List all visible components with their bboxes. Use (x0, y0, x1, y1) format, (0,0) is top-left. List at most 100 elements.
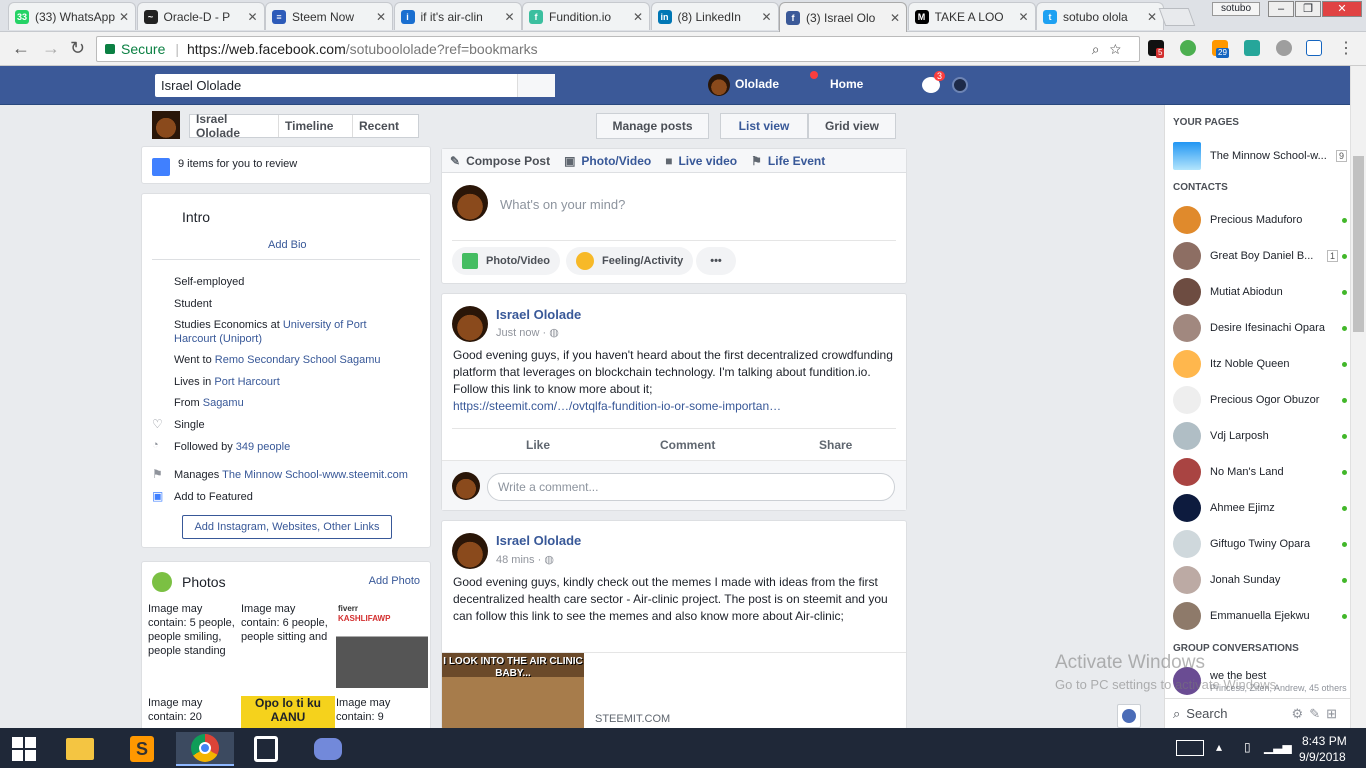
post-time[interactable]: Just now · ◍ (496, 326, 559, 339)
extension-icon-2[interactable]: 29 (1212, 40, 1229, 58)
share-button[interactable]: Share (819, 438, 852, 452)
contact-item[interactable]: Emmanuella Ejekwu (1173, 601, 1347, 631)
app-icon[interactable] (246, 732, 286, 766)
profile-thumbnail[interactable] (152, 111, 180, 139)
clock-time[interactable]: 8:43 PM (1302, 734, 1347, 748)
new-tab-button[interactable] (1158, 8, 1196, 26)
post-link[interactable]: https://steemit.com/…/ovtqlfa-fundition-… (453, 399, 781, 413)
add-bio-link[interactable]: Add Bio (268, 239, 307, 251)
like-button[interactable]: Like (526, 438, 550, 452)
comment-button[interactable]: Comment (660, 438, 715, 452)
close-tab-icon[interactable]: ✕ (247, 10, 257, 24)
browser-tab[interactable]: t sotubo olola ✕ (1036, 2, 1164, 30)
add-featured-link[interactable]: Add to Featured (174, 490, 253, 504)
close-tab-icon[interactable]: ✕ (633, 10, 643, 24)
contact-item[interactable]: No Man's Land (1173, 457, 1347, 487)
facebook-search-input[interactable]: Israel Ololade (155, 74, 555, 97)
browser-tab[interactable]: f (3) Israel Olo ✕ (779, 2, 907, 33)
chrome-icon[interactable] (176, 732, 234, 766)
puzzle-icon[interactable] (1244, 40, 1260, 56)
signal-icon[interactable]: ▁▃▅ (1264, 740, 1292, 754)
contact-item[interactable]: Precious Maduforo (1173, 205, 1347, 235)
maximize-icon[interactable]: ❐ (1295, 1, 1321, 17)
close-tab-icon[interactable]: ✕ (376, 10, 386, 24)
minimize-icon[interactable]: – (1268, 1, 1294, 17)
review-card[interactable]: 9 items for you to review (141, 146, 431, 184)
discord-icon[interactable] (308, 732, 348, 766)
search-icon[interactable] (517, 74, 555, 97)
contact-item[interactable]: Mutiat Abiodun (1173, 277, 1347, 307)
contact-item[interactable]: Ahmee Ejimz (1173, 493, 1347, 523)
pc-icon[interactable] (1306, 40, 1322, 56)
tab-photo-video[interactable]: Photo/Video (581, 154, 651, 168)
page-scrollbar[interactable] (1350, 66, 1366, 728)
headphones-icon[interactable] (1276, 40, 1292, 56)
browser-tab[interactable]: in (8) LinkedIn ✕ (650, 2, 779, 30)
close-tab-icon[interactable]: ✕ (1147, 10, 1157, 24)
contact-item[interactable]: Precious Ogor Obuzor (1173, 385, 1347, 415)
post-author[interactable]: Israel Ololade (496, 307, 581, 322)
profile-name-link[interactable]: Israel Ololade (190, 112, 279, 140)
chat-settings-icons[interactable]: ⚙✎⊞ (1292, 706, 1343, 722)
chat-search-input[interactable]: ⌕ Search ⚙✎⊞ (1165, 698, 1351, 728)
photo-thumb[interactable]: Image may contain: 9 (336, 696, 428, 730)
tab-timeline[interactable]: Timeline (279, 115, 353, 137)
post-time[interactable]: 48 mins · ◍ (496, 553, 554, 566)
browser-tab[interactable]: ≡ Steem Now ✕ (265, 2, 393, 30)
forward-icon[interactable]: → (42, 39, 60, 57)
clock-date[interactable]: 9/9/2018 (1299, 750, 1346, 764)
extension-icon[interactable]: 5 (1148, 40, 1165, 58)
close-tab-icon[interactable]: ✕ (1018, 10, 1028, 24)
photo-video-button[interactable]: Photo/Video (452, 247, 560, 275)
photo-thumb[interactable]: Opo lo ti ku AANU (241, 696, 335, 730)
browser-tab[interactable]: ~ Oracle-D - P ✕ (136, 2, 265, 30)
tab-compose-post[interactable]: Compose Post (466, 154, 550, 168)
home-link[interactable]: Home (830, 77, 863, 91)
evernote-icon[interactable] (1180, 40, 1196, 56)
photo-thumb[interactable]: Image may contain: 6 people, people sitt… (241, 602, 335, 692)
keyboard-icon[interactable] (1176, 740, 1204, 756)
browser-profile[interactable]: sotubo (1212, 2, 1260, 16)
zoom-bookmark-icons[interactable]: ⌕☆ (1092, 41, 1131, 58)
contact-item[interactable]: Itz Noble Queen (1173, 349, 1347, 379)
photo-thumb[interactable]: Image may contain: 20 (146, 696, 240, 730)
tab-recent[interactable]: Recent (353, 115, 405, 137)
browser-tab[interactable]: i if it's air-clin ✕ (393, 2, 522, 30)
meme-image[interactable]: I LOOK INTO THE AIR CLINIC BABY... (442, 653, 584, 729)
close-tab-icon[interactable]: ✕ (761, 10, 771, 24)
close-tab-icon[interactable]: ✕ (504, 10, 514, 24)
photo-thumb[interactable]: fiverr KASHLIFAWP (336, 602, 428, 688)
comment-input[interactable]: Write a comment... (487, 473, 895, 501)
add-links-button[interactable]: Add Instagram, Websites, Other Links (182, 515, 392, 539)
browser-tab[interactable]: M TAKE A LOO ✕ (907, 2, 1036, 30)
menu-icon[interactable]: ⋮ (1338, 40, 1354, 58)
grid-view-button[interactable]: Grid view (808, 113, 896, 139)
intro-job[interactable]: Self-employed (174, 275, 244, 289)
reload-icon[interactable]: ↻ (70, 39, 85, 57)
address-bar[interactable]: Secure | https://web.facebook.com/sotubo… (96, 36, 1140, 62)
back-icon[interactable]: ← (12, 39, 30, 57)
scrollbar-thumb[interactable] (1353, 156, 1364, 332)
close-tab-icon[interactable]: ✕ (119, 10, 129, 24)
globe-icon[interactable] (952, 77, 968, 93)
contact-item[interactable]: Desire Ifesinachi Opara (1173, 313, 1347, 343)
contact-item[interactable]: Vdj Larposh (1173, 421, 1347, 451)
sidebar-page-item[interactable]: The Minnow School-w... 9 (1173, 141, 1347, 171)
windows-start-icon[interactable] (4, 732, 44, 766)
language-button[interactable] (1117, 704, 1141, 728)
avatar[interactable] (708, 74, 730, 96)
composer-input[interactable]: What's on your mind? (500, 197, 625, 212)
battery-icon[interactable]: ▯ (1244, 740, 1251, 754)
tab-life-event[interactable]: Life Event (768, 154, 825, 168)
close-tab-icon[interactable]: ✕ (890, 11, 900, 25)
photo-thumb[interactable]: Image may contain: 5 people, people smil… (146, 602, 240, 692)
browser-tab[interactable]: f Fundition.io ✕ (522, 2, 650, 30)
avatar[interactable] (452, 533, 488, 569)
contact-item[interactable]: Great Boy Daniel B... 1 (1173, 241, 1347, 271)
close-window-icon[interactable]: ✕ (1322, 1, 1362, 17)
post-author[interactable]: Israel Ololade (496, 533, 581, 548)
link-domain[interactable]: STEEMIT.COM (595, 713, 670, 725)
list-view-button[interactable]: List view (720, 113, 808, 139)
manage-posts-button[interactable]: Manage posts (596, 113, 709, 139)
more-options-button[interactable]: ••• (696, 247, 736, 275)
